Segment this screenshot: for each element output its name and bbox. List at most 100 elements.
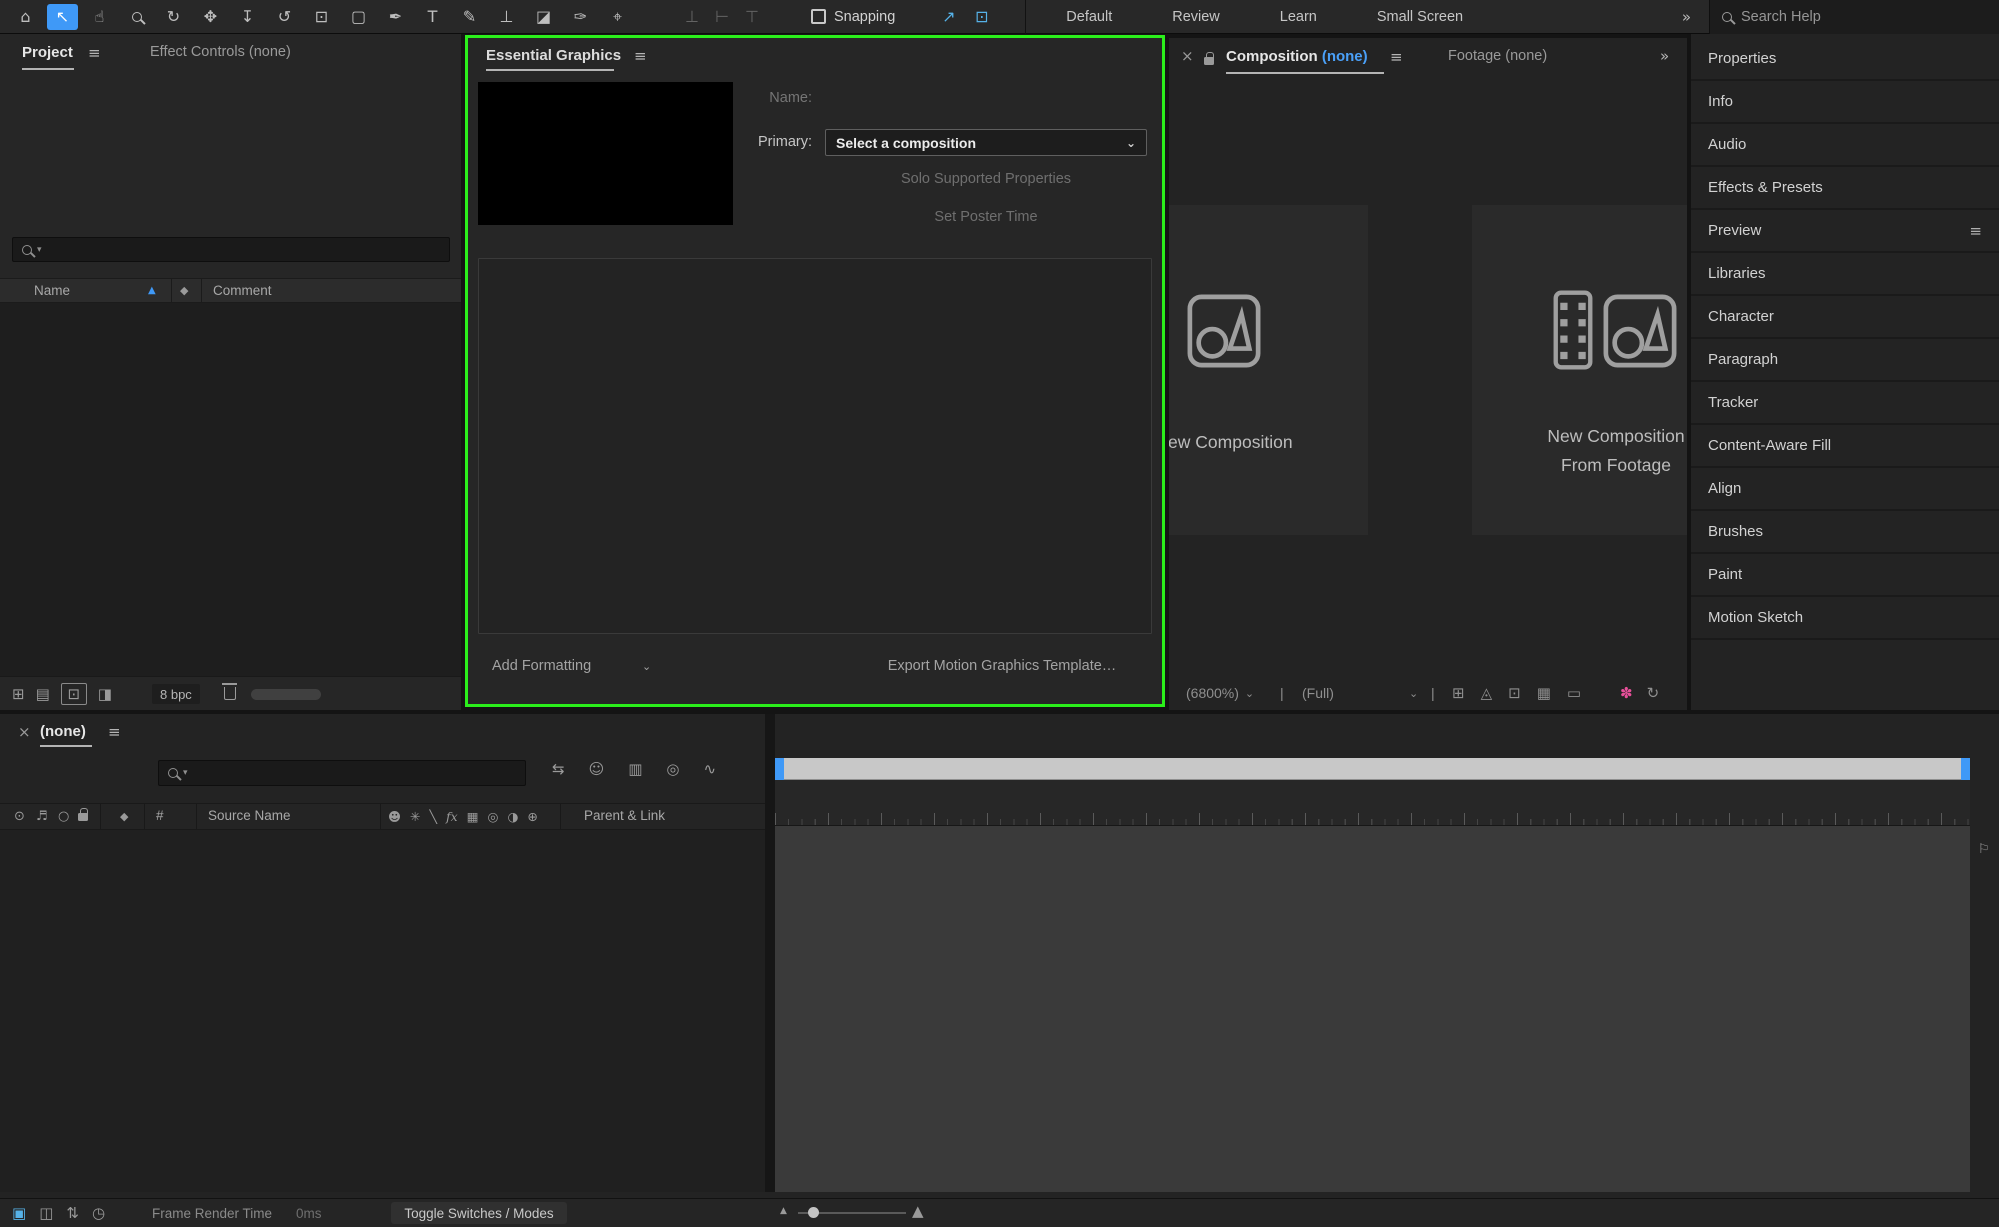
- selection-tool-icon[interactable]: ↖: [47, 4, 78, 30]
- panel-tab-brushes[interactable]: Brushes: [1691, 511, 1999, 554]
- fx-switch-icon[interactable]: fx: [446, 809, 458, 824]
- add-formatting-button[interactable]: Add Formatting: [492, 658, 591, 674]
- workspace-tab-default[interactable]: Default: [1036, 0, 1142, 34]
- chevron-down-icon[interactable]: ⌄: [642, 660, 651, 673]
- home-icon[interactable]: ⌂: [10, 4, 41, 30]
- snap-align-icon[interactable]: ↗: [935, 4, 962, 30]
- puppet-pin-tool-icon[interactable]: ⌖: [602, 4, 633, 30]
- solo-icon[interactable]: ○: [58, 804, 69, 829]
- column-comment[interactable]: Comment: [213, 283, 272, 298]
- panel-tab-info[interactable]: Info: [1691, 81, 1999, 124]
- panel-tab-character[interactable]: Character: [1691, 296, 1999, 339]
- collapse-switch-icon[interactable]: ✳: [410, 809, 420, 824]
- rotation-tool-icon[interactable]: ↺: [269, 4, 300, 30]
- panel-tab-align[interactable]: Align: [1691, 468, 1999, 511]
- reset-exposure-icon[interactable]: ↻: [1647, 684, 1660, 702]
- workspace-tab-review[interactable]: Review: [1142, 0, 1250, 34]
- world-axis-mode-icon[interactable]: ⊢: [709, 4, 735, 30]
- orbit-camera-tool-icon[interactable]: ↻: [158, 4, 189, 30]
- workspace-tab-small-screen[interactable]: Small Screen: [1347, 0, 1493, 34]
- motion-blur-switch-icon[interactable]: ◎: [488, 809, 499, 824]
- solo-supported-properties-button[interactable]: Solo Supported Properties: [825, 171, 1147, 187]
- panel-tab-motion-sketch[interactable]: Motion Sketch: [1691, 597, 1999, 640]
- audio-icon[interactable]: ♬: [36, 804, 48, 829]
- pan-behind-tool-icon[interactable]: ⊡: [306, 4, 337, 30]
- column-parent-link[interactable]: Parent & Link: [584, 808, 665, 823]
- chevron-down-icon[interactable]: ⌄: [1409, 676, 1418, 710]
- snapping-control[interactable]: Snapping: [811, 9, 895, 25]
- quality-switch-icon[interactable]: ╲: [430, 809, 438, 824]
- shy-switch-icon[interactable]: ☻: [388, 809, 401, 824]
- lock-icon[interactable]: [78, 804, 88, 829]
- bit-depth-button[interactable]: 8 bpc: [152, 684, 200, 704]
- tab-overflow-button[interactable]: »: [1660, 47, 1669, 65]
- snap-box-icon[interactable]: ⊡: [968, 4, 995, 30]
- project-media-icon[interactable]: ◨: [98, 677, 112, 711]
- tab-project[interactable]: Project: [22, 44, 73, 61]
- timeline-search-input[interactable]: ▾: [158, 760, 526, 786]
- delete-item-icon[interactable]: [224, 687, 236, 703]
- search-help-field[interactable]: [1709, 0, 1999, 34]
- layer-switches-pane-icon[interactable]: ▣: [12, 1204, 26, 1222]
- interpret-footage-icon[interactable]: ⊞: [12, 677, 25, 711]
- panel-tab-properties[interactable]: Properties: [1691, 38, 1999, 81]
- zoom-slider-knob[interactable]: [808, 1207, 819, 1218]
- panel-tab-paint[interactable]: Paint: [1691, 554, 1999, 597]
- tab-essential-graphics[interactable]: Essential Graphics: [486, 47, 621, 64]
- search-options-caret-icon[interactable]: ▾: [183, 768, 188, 778]
- project-panel-menu-icon[interactable]: ≡: [88, 44, 101, 62]
- magnification-dropdown[interactable]: (6800%) ⌄: [1186, 676, 1254, 710]
- new-folder-icon[interactable]: ▤: [36, 677, 50, 711]
- tab-timeline-none[interactable]: (none): [40, 723, 86, 740]
- frame-blending-icon[interactable]: ▥: [628, 760, 642, 778]
- color-management-icon[interactable]: ✽: [1620, 684, 1633, 702]
- set-poster-time-button[interactable]: Set Poster Time: [825, 209, 1147, 225]
- tab-footage[interactable]: Footage (none): [1448, 48, 1547, 64]
- time-ruler[interactable]: [775, 758, 1970, 780]
- timeline-pane-divider[interactable]: [765, 714, 775, 1192]
- sort-ascending-icon[interactable]: ▲: [148, 285, 156, 296]
- panel-tab-content-aware-fill[interactable]: Content-Aware Fill: [1691, 425, 1999, 468]
- track-content-area[interactable]: [775, 826, 1970, 1192]
- label-color-column-icon[interactable]: ◆: [120, 804, 128, 829]
- timeline-zoom-slider[interactable]: [798, 1212, 906, 1214]
- hand-tool-icon[interactable]: ☝: [84, 4, 115, 30]
- search-help-input[interactable]: [1741, 9, 1987, 25]
- render-time-pane-icon[interactable]: ◷: [92, 1204, 105, 1222]
- region-of-interest-icon[interactable]: ⊡: [1508, 684, 1521, 702]
- close-tab-icon[interactable]: ×: [1181, 47, 1194, 65]
- zoom-tool-icon[interactable]: [121, 4, 152, 30]
- panel-tab-libraries[interactable]: Libraries: [1691, 253, 1999, 296]
- view-axis-mode-icon[interactable]: ⊤: [739, 4, 765, 30]
- timeline-panel-menu-icon[interactable]: ≡: [108, 723, 121, 741]
- search-options-caret-icon[interactable]: ▾: [37, 245, 42, 255]
- type-tool-icon[interactable]: T: [417, 4, 448, 30]
- tab-effect-controls[interactable]: Effect Controls (none): [150, 44, 291, 60]
- project-search-input[interactable]: ▾: [12, 237, 450, 262]
- essential-graphics-menu-icon[interactable]: ≡: [634, 47, 647, 65]
- toggle-switches-modes-button[interactable]: Toggle Switches / Modes: [391, 1202, 567, 1224]
- brush-tool-icon[interactable]: ✎: [454, 4, 485, 30]
- graph-editor-icon[interactable]: ∿: [704, 760, 717, 778]
- dolly-camera-tool-icon[interactable]: ↧: [232, 4, 263, 30]
- layer-list-area[interactable]: [0, 830, 765, 1192]
- time-tick-strip[interactable]: [775, 780, 1970, 826]
- close-tab-icon[interactable]: ×: [18, 723, 31, 741]
- transfer-controls-pane-icon[interactable]: ◫: [39, 1204, 53, 1222]
- roto-brush-tool-icon[interactable]: ✑: [565, 4, 596, 30]
- work-area-start-handle[interactable]: [775, 758, 784, 780]
- adjustment-switch-icon[interactable]: ◑: [507, 809, 518, 824]
- panel-tab-preview[interactable]: Preview ≡: [1691, 210, 1999, 253]
- lock-icon[interactable]: [1204, 52, 1214, 68]
- workspace-tab-learn[interactable]: Learn: [1250, 0, 1347, 34]
- column-layer-number[interactable]: #: [156, 808, 164, 823]
- pan-camera-tool-icon[interactable]: ✥: [195, 4, 226, 30]
- label-color-column-icon[interactable]: ◆: [180, 284, 188, 297]
- new-composition-from-footage-button[interactable]: New Composition From Footage: [1472, 205, 1687, 535]
- pen-tool-icon[interactable]: ✒: [380, 4, 411, 30]
- workspace-overflow-button[interactable]: »: [1664, 8, 1709, 26]
- snapping-checkbox[interactable]: [811, 9, 826, 24]
- grid-options-icon[interactable]: ⊞: [1452, 684, 1465, 702]
- essential-properties-list[interactable]: [478, 258, 1152, 634]
- column-name[interactable]: Name: [34, 283, 70, 298]
